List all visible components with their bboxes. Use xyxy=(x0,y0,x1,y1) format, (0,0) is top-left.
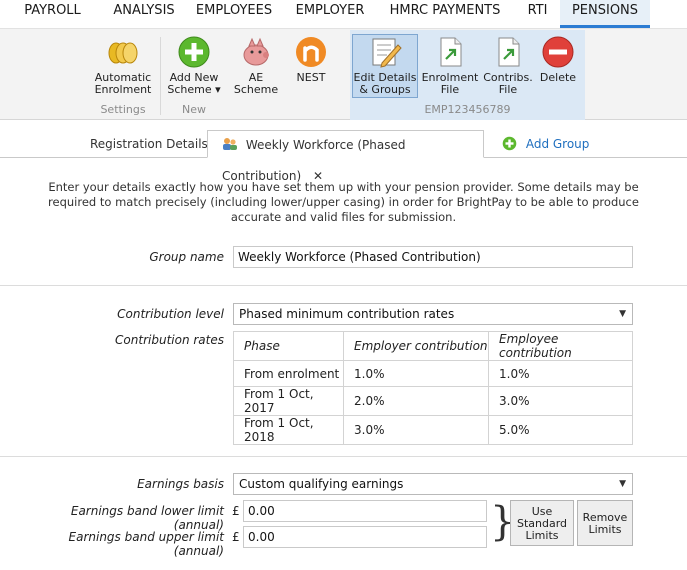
upper-limit-input[interactable]: 0.00 xyxy=(243,526,487,548)
enrolment-file-button[interactable]: Enrolment File xyxy=(420,35,480,96)
remove-limits-label-2: Limits xyxy=(588,523,622,536)
enrolment-file-label-2: File xyxy=(440,83,460,96)
contribs-file-label-2: File xyxy=(498,83,518,96)
tab-employees[interactable]: EMPLOYEES xyxy=(183,0,285,28)
contribution-level-dropdown[interactable]: Phased minimum contribution rates ▼ xyxy=(233,303,633,325)
scheme-tabs: Registration Details Weekly Workforce (P… xyxy=(0,130,687,183)
use-standard-limits-button[interactable]: Use Standard Limits xyxy=(510,500,574,546)
nest-button[interactable]: NEST xyxy=(288,35,334,84)
export-file-icon xyxy=(491,35,525,69)
earnings-basis-label: Earnings basis xyxy=(137,477,224,491)
column-header-employer-contribution: Employer contribution xyxy=(343,331,489,361)
tab-pensions[interactable]: PENSIONS xyxy=(560,0,650,28)
section-divider xyxy=(0,456,687,457)
coins-icon xyxy=(106,35,140,69)
tab-registration-details[interactable]: Registration Details xyxy=(90,130,208,158)
column-header-phase: Phase xyxy=(233,331,344,361)
tab-payroll[interactable]: PAYROLL xyxy=(0,0,105,28)
export-file-icon xyxy=(433,35,467,69)
delete-icon xyxy=(541,35,575,69)
group-name-label: Group name xyxy=(149,250,224,264)
table-header-row: Phase Employer contribution Employee con… xyxy=(233,331,633,361)
table-row: From enrolment 1.0% 1.0% xyxy=(233,360,633,387)
add-group-link[interactable]: Add Group xyxy=(502,130,589,158)
employer-rate-cell: 2.0% xyxy=(343,386,489,416)
group-people-icon xyxy=(222,134,238,162)
group-name-input[interactable]: Weekly Workforce (Phased Contribution) xyxy=(233,246,633,268)
use-standard-limits-label-3: Limits xyxy=(525,529,559,542)
employee-rate-cell: 3.0% xyxy=(488,386,633,416)
currency-symbol: £ xyxy=(232,504,240,518)
earnings-basis-dropdown[interactable]: Custom qualifying earnings ▼ xyxy=(233,473,633,495)
column-header-employee-contribution: Employee contribution xyxy=(488,331,633,361)
delete-label: Delete xyxy=(539,71,577,84)
dropdown-arrow-icon: ▼ xyxy=(619,479,626,489)
earnings-basis-value: Custom qualifying earnings xyxy=(239,477,404,491)
employee-rate-cell: 5.0% xyxy=(488,415,633,445)
contribs-file-button[interactable]: Contribs. File xyxy=(482,35,534,96)
tab-analysis[interactable]: ANALYSIS xyxy=(105,0,183,28)
add-new-scheme-button[interactable]: Add New Scheme ▾ xyxy=(164,35,224,96)
table-row: From 1 Oct, 2017 2.0% 3.0% xyxy=(233,386,633,416)
top-navigation: PAYROLL ANALYSIS EMPLOYEES EMPLOYER HMRC… xyxy=(0,0,687,28)
tab-hmrc-payments[interactable]: HMRC PAYMENTS xyxy=(375,0,515,28)
table-row: From 1 Oct, 2018 3.0% 5.0% xyxy=(233,415,633,445)
remove-limits-button[interactable]: Remove Limits xyxy=(577,500,633,546)
automatic-enrolment-button[interactable]: Automatic Enrolment xyxy=(92,35,154,96)
employer-rate-cell: 3.0% xyxy=(343,415,489,445)
contribution-level-value: Phased minimum contribution rates xyxy=(239,307,455,321)
currency-symbol: £ xyxy=(232,530,240,544)
add-circle-icon xyxy=(177,35,211,69)
ribbon-toolbar: Automatic Enrolment Settings Add New Sch… xyxy=(0,28,687,120)
contribution-rates-label: Contribution rates xyxy=(115,333,224,347)
lower-limit-input[interactable]: 0.00 xyxy=(243,500,487,522)
section-divider xyxy=(0,285,687,286)
edit-document-icon xyxy=(368,35,402,69)
piggy-bank-icon xyxy=(239,35,273,69)
phase-cell: From 1 Oct, 2018 xyxy=(233,415,344,445)
employer-group-label: EMP123456789 xyxy=(424,103,511,116)
employee-rate-cell: 1.0% xyxy=(488,360,633,387)
contribution-rates-table: Phase Employer contribution Employee con… xyxy=(233,331,633,445)
employer-rate-cell: 1.0% xyxy=(343,360,489,387)
tab-weekly-workforce[interactable]: Weekly Workforce (Phased Contribution) ✕ xyxy=(207,130,484,183)
add-group-label: Add Group xyxy=(525,137,590,151)
edit-details-label-2: & Groups xyxy=(359,83,411,96)
lower-limit-label: Earnings band lower limit (annual) xyxy=(70,504,224,532)
automatic-enrolment-label-2: Enrolment xyxy=(94,83,152,96)
ribbon-separator xyxy=(160,37,161,115)
intro-text: Enter your details exactly how you have … xyxy=(48,180,639,224)
phase-cell: From 1 Oct, 2017 xyxy=(233,386,344,416)
tab-employer[interactable]: EMPLOYER xyxy=(285,0,375,28)
edit-details-groups-button[interactable]: Edit Details & Groups xyxy=(352,35,418,96)
new-group-label: New xyxy=(182,103,206,116)
delete-button[interactable]: Delete xyxy=(536,35,580,84)
ae-scheme-button[interactable]: AE Scheme xyxy=(230,35,282,96)
nest-logo-icon xyxy=(294,35,328,69)
settings-group-label: Settings xyxy=(100,103,146,116)
contribution-level-label: Contribution level xyxy=(117,307,224,321)
ae-scheme-label-2: Scheme xyxy=(233,83,279,96)
upper-limit-label: Earnings band upper limit (annual) xyxy=(68,530,224,558)
phase-cell: From enrolment xyxy=(233,360,344,387)
tab-rti[interactable]: RTI xyxy=(515,0,560,28)
nest-label: NEST xyxy=(296,71,326,84)
add-new-scheme-label-2: Scheme ▾ xyxy=(167,83,221,96)
dropdown-arrow-icon: ▼ xyxy=(619,309,626,319)
add-circle-icon xyxy=(502,133,517,161)
